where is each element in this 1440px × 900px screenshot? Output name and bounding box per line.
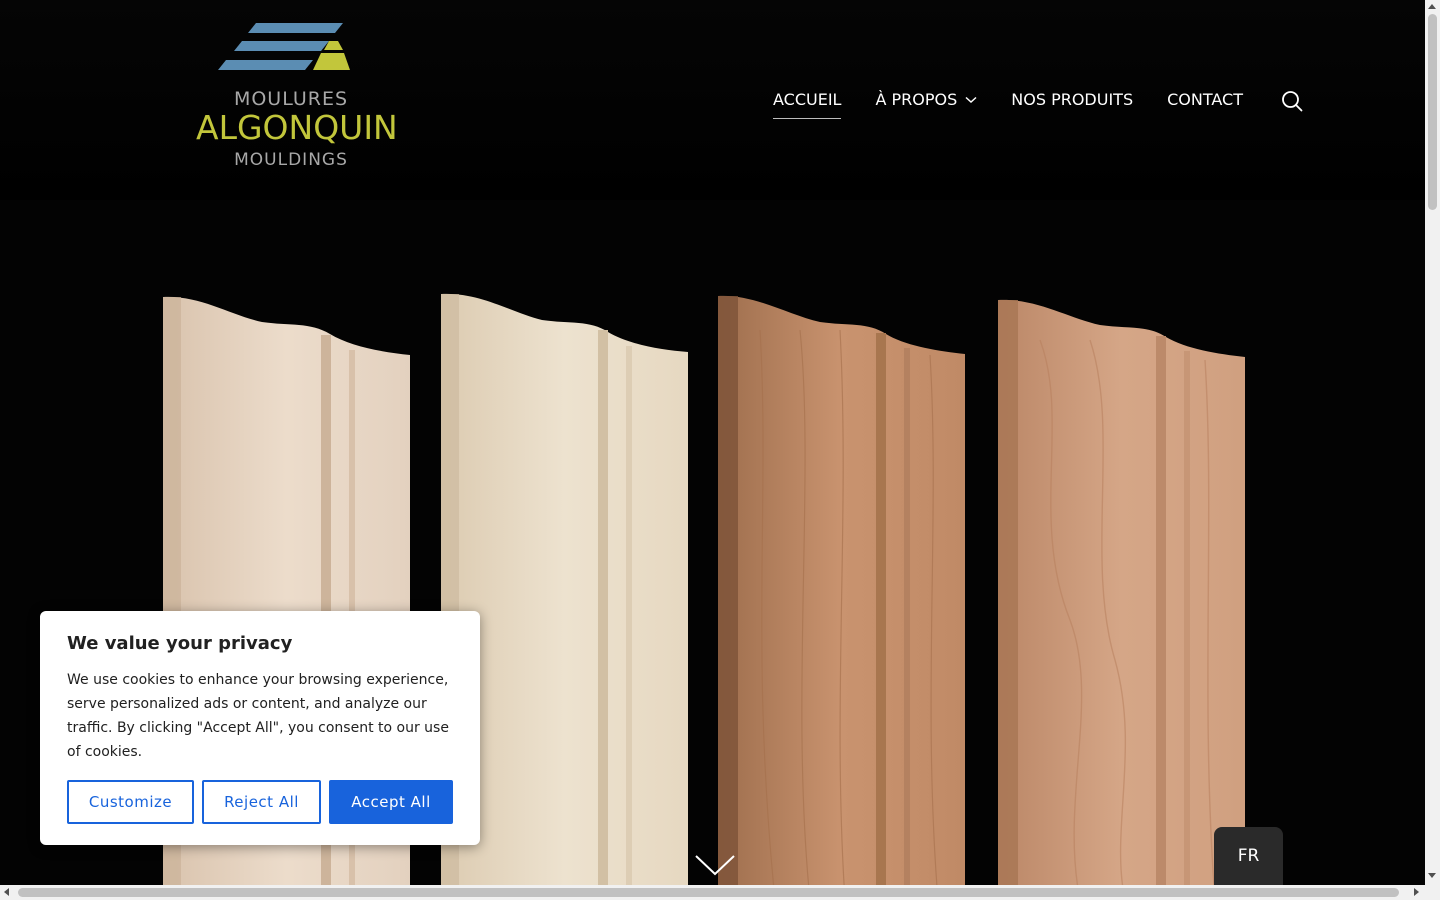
nav-label: À PROPOS [875,90,958,109]
nav-label: CONTACT [1167,90,1243,109]
scroll-up-arrow-icon[interactable] [1428,4,1436,9]
moulding-board-cherry [998,299,1245,885]
language-switcher[interactable]: FR [1214,827,1283,885]
nav-item-accueil[interactable]: ACCUEIL [773,90,842,119]
site-header: MOULURES ALGONQUIN MOULDINGS ACCUEIL À P… [0,0,1425,200]
nav-label: ACCUEIL [773,90,842,109]
chevron-down-icon [965,96,977,104]
customize-button[interactable]: Customize [67,780,194,824]
logo-line-algonquin: ALGONQUIN [196,108,398,147]
nav-item-nos-produits[interactable]: NOS PRODUITS [1011,90,1133,110]
scrollbar-corner [1425,885,1440,900]
logo-line-mouldings: MOULDINGS [234,150,348,170]
cookie-consent-banner: We value your privacy We use cookies to … [40,611,480,845]
scroll-right-arrow-icon[interactable] [1414,888,1419,896]
logo-mark-icon [218,23,350,70]
accept-all-button[interactable]: Accept All [329,780,453,824]
cookie-title: We value your privacy [67,633,293,654]
nav-label: NOS PRODUITS [1011,90,1134,109]
horizontal-scrollbar-thumb[interactable] [18,888,1399,897]
site-logo[interactable]: MOULURES ALGONQUIN MOULDINGS [196,20,398,172]
nav-item-contact[interactable]: CONTACT [1167,90,1243,110]
horizontal-scrollbar[interactable] [0,885,1425,900]
logo-line-moulures: MOULURES [233,88,349,110]
chevron-down-icon[interactable] [694,852,736,878]
moulding-board-oak [718,295,965,885]
vertical-scrollbar-thumb[interactable] [1428,14,1437,210]
cookie-description: We use cookies to enhance your browsing … [67,672,449,760]
page-viewport: MOULURES ALGONQUIN MOULDINGS ACCUEIL À P… [0,0,1425,885]
nav-item-a-propos[interactable]: À PROPOS [875,90,977,110]
language-label: FR [1237,846,1260,866]
scroll-left-arrow-icon[interactable] [4,888,9,896]
main-nav: ACCUEIL À PROPOS NOS PRODUITS CONTACT [773,90,1277,120]
reject-all-button[interactable]: Reject All [202,780,321,824]
search-icon[interactable] [1281,90,1303,112]
scroll-down-arrow-icon[interactable] [1428,873,1436,878]
vertical-scrollbar[interactable] [1425,0,1440,885]
